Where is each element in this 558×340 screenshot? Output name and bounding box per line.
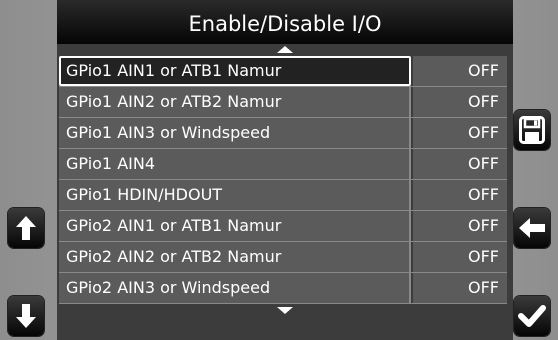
io-settings-panel: Enable/Disable I/O GPio1 AIN1 or ATB1 Na…: [57, 0, 513, 340]
list-item[interactable]: GPio1 AIN3 or Windspeed OFF: [59, 118, 507, 149]
list-item[interactable]: GPio2 AIN2 or ATB2 Namur OFF: [59, 242, 507, 273]
arrow-left-icon: [519, 218, 545, 238]
title-bar: Enable/Disable I/O: [57, 0, 513, 44]
floppy-disk-icon: [519, 116, 545, 144]
list-item-label: GPio1 AIN1 or ATB1 Namur: [59, 56, 411, 86]
list-item-label: GPio2 AIN2 or ATB2 Namur: [59, 242, 411, 272]
list-item-label: GPio1 AIN4: [59, 149, 411, 179]
more-below-indicator-icon: [277, 307, 293, 314]
list-item-label: GPio1 AIN2 or ATB2 Namur: [59, 87, 411, 117]
more-above-indicator-icon: [277, 46, 293, 53]
arrow-down-icon: [16, 304, 36, 328]
list-item[interactable]: GPio1 HDIN/HDOUT OFF: [59, 180, 507, 211]
arrow-up-icon: [16, 216, 36, 240]
list-item[interactable]: GPio1 AIN4 OFF: [59, 149, 507, 180]
list-item[interactable]: GPio2 AIN3 or Windspeed OFF: [59, 273, 507, 304]
list-item-value[interactable]: OFF: [413, 118, 507, 148]
save-button[interactable]: [514, 110, 550, 150]
list-item[interactable]: GPio1 AIN1 or ATB1 Namur OFF: [59, 56, 507, 87]
list-item-label: GPio1 AIN3 or Windspeed: [59, 118, 411, 148]
scroll-up-button[interactable]: [8, 208, 44, 248]
confirm-button[interactable]: [514, 296, 550, 336]
scroll-down-button[interactable]: [8, 296, 44, 336]
list-item[interactable]: GPio1 AIN2 or ATB2 Namur OFF: [59, 87, 507, 118]
list-item-label: GPio2 AIN3 or Windspeed: [59, 273, 411, 303]
list-item-value[interactable]: OFF: [413, 242, 507, 272]
list-item-label: GPio2 AIN1 or ATB1 Namur: [59, 211, 411, 241]
back-button[interactable]: [514, 208, 550, 248]
checkmark-icon: [518, 305, 546, 327]
io-list: GPio1 AIN1 or ATB1 Namur OFF GPio1 AIN2 …: [59, 56, 507, 304]
list-item-value[interactable]: OFF: [413, 149, 507, 179]
screen: Enable/Disable I/O GPio1 AIN1 or ATB1 Na…: [0, 0, 558, 340]
list-item[interactable]: GPio2 AIN1 or ATB1 Namur OFF: [59, 211, 507, 242]
page-title: Enable/Disable I/O: [188, 12, 382, 36]
list-item-label: GPio1 HDIN/HDOUT: [59, 180, 411, 210]
list-item-value[interactable]: OFF: [413, 56, 507, 86]
list-item-value[interactable]: OFF: [413, 273, 507, 303]
list-item-value[interactable]: OFF: [413, 87, 507, 117]
list-item-value[interactable]: OFF: [413, 211, 507, 241]
list-item-value[interactable]: OFF: [413, 180, 507, 210]
